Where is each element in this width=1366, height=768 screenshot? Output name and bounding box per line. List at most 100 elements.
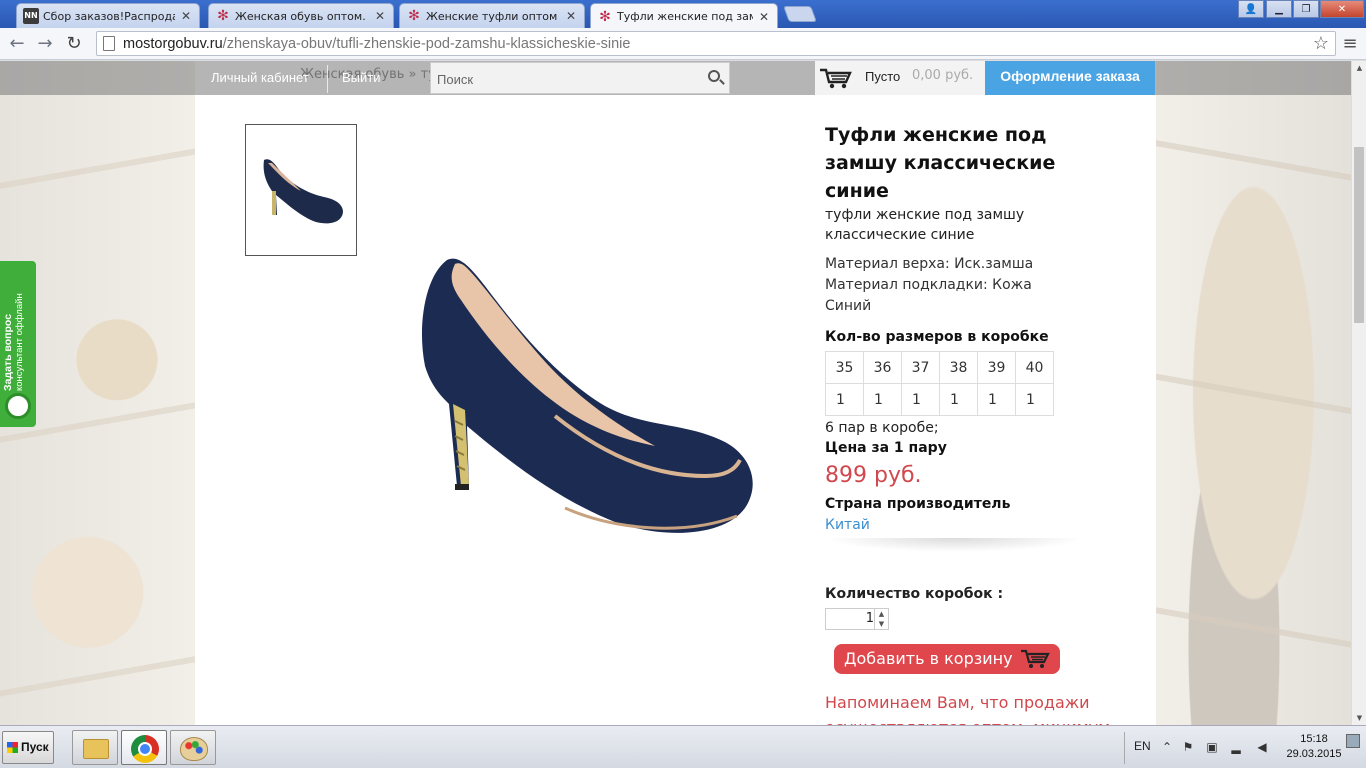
product-info: Туфли женские под замшу классические син… [825, 121, 1125, 725]
background-photo-right [1156, 61, 1351, 725]
folder-icon [83, 739, 109, 759]
count-cell: 1 [977, 383, 1016, 416]
show-desktop-icon[interactable] [1346, 734, 1360, 748]
size-cell: 38 [939, 351, 978, 384]
product-thumbnail[interactable] [245, 124, 357, 256]
page-icon [103, 36, 115, 51]
pairs-in-box: 6 пар в коробе; [825, 420, 939, 436]
chrome-icon [131, 735, 159, 763]
paint-taskbar-button[interactable] [170, 730, 216, 765]
add-to-cart-button[interactable]: Добавить в корзину [834, 644, 1060, 674]
add-to-cart-label: Добавить в корзину [844, 649, 1013, 668]
count-cell: 1 [901, 383, 940, 416]
country-link[interactable]: Китай [825, 514, 1125, 536]
flag-icon[interactable]: ⚑ [1181, 740, 1195, 754]
show-hidden-icons-icon[interactable]: ⌃ [1160, 740, 1174, 754]
separator [327, 65, 328, 93]
counts-row: 1 1 1 1 1 1 [825, 383, 1054, 416]
user-profile-icon[interactable]: 👤 [1238, 0, 1264, 18]
maximize-icon[interactable]: ❐ [1293, 0, 1319, 18]
increment-icon[interactable]: ▲ [875, 609, 888, 619]
logout-link[interactable]: Выйти [336, 61, 387, 95]
tab-title: Сбор заказов!Распродажа д [43, 9, 175, 23]
divider [825, 538, 1085, 552]
menu-icon[interactable]: ≡ [1341, 34, 1359, 54]
search-input[interactable]: Поиск [430, 62, 730, 94]
browser-tab-bar: NN Сбор заказов!Распродажа д ✕ ✻ Женская… [0, 0, 1366, 29]
sizes-heading: Кол-во размеров в коробке [825, 329, 1049, 345]
browser-toolbar: ← → ↻ mostorgobuv.ru/zhenskaya-obuv/tufl… [0, 28, 1366, 60]
language-indicator[interactable]: EN [1134, 739, 1151, 753]
back-icon[interactable]: ← [6, 33, 28, 55]
quantity-stepper[interactable]: 1 ▲ ▼ [825, 608, 889, 630]
count-cell: 1 [939, 383, 978, 416]
page-scrollbar[interactable]: ▲ ▼ [1351, 61, 1366, 725]
chat-icon [5, 393, 31, 419]
reload-icon[interactable]: ↻ [63, 33, 85, 55]
minimize-icon[interactable]: ▁ [1266, 0, 1292, 18]
browser-tab-3[interactable]: ✻ Женские туфли оптом | Ве ✕ [399, 3, 585, 28]
close-icon[interactable]: ✕ [566, 9, 576, 23]
clock-date: 29.03.2015 [1286, 748, 1342, 760]
cart-icon [820, 68, 852, 89]
ask-widget-subtitle: консультант оффлайн [14, 293, 25, 391]
size-cell: 39 [977, 351, 1016, 384]
bookmark-star-icon[interactable]: ☆ [1313, 33, 1329, 54]
close-icon[interactable]: ✕ [375, 9, 385, 23]
new-tab-button[interactable] [783, 6, 817, 22]
tab-title: Женские туфли оптом | Ве [426, 9, 560, 23]
windows-taskbar: Пуск EN ⌃ ⚑ ▣ ▂ ◀ 15:18 29.03.2015 [0, 725, 1366, 768]
product-subtitle: туфли женские под замшу классические син… [825, 207, 1025, 243]
shoe-thumbnail-image [263, 159, 343, 224]
count-cell: 1 [825, 383, 864, 416]
page-viewport: Туфли женские под замшу классические син… [0, 61, 1351, 725]
scrollbar-thumb[interactable] [1354, 147, 1364, 323]
window-close-icon[interactable]: ✕ [1320, 0, 1364, 18]
browser-tab-4-active[interactable]: ✻ Туфли женские под замшу ✕ [590, 3, 778, 29]
browser-tab-2[interactable]: ✻ Женская обувь оптом. Куп ✕ [208, 3, 394, 28]
attribute-color: Синий [825, 298, 872, 314]
close-icon[interactable]: ✕ [181, 9, 191, 23]
tab-title: Женская обувь оптом. Куп [235, 9, 369, 23]
decrement-icon[interactable]: ▼ [875, 619, 888, 629]
clock-time: 15:18 [1300, 733, 1328, 745]
url-path: /zhenskaya-obuv/tufli-zhenskie-pod-zamsh… [222, 35, 631, 52]
network-icon[interactable]: ▂ [1229, 740, 1243, 754]
sizes-table: 35 36 37 38 39 40 1 1 1 1 1 1 [825, 351, 1054, 416]
close-icon[interactable]: ✕ [759, 10, 769, 24]
device-icon[interactable]: ▣ [1205, 740, 1219, 754]
attribute-upper-material: Материал верха: Иск.замша [825, 256, 1034, 272]
address-bar[interactable]: mostorgobuv.ru/zhenskaya-obuv/tufli-zhen… [96, 31, 1336, 56]
chrome-taskbar-button[interactable] [121, 730, 167, 765]
star-icon: ✻ [599, 8, 611, 25]
volume-icon[interactable]: ◀ [1255, 740, 1269, 754]
explorer-taskbar-button[interactable] [72, 730, 118, 765]
main-content: Туфли женские под замшу классические син… [195, 61, 1156, 725]
start-button[interactable]: Пуск [2, 731, 54, 764]
site-top-bar: Женская обувь » туфли женские под замшу … [0, 61, 1351, 95]
product-main-image[interactable] [405, 246, 765, 536]
scroll-down-icon[interactable]: ▼ [1352, 711, 1366, 725]
wholesale-notice: Напоминаем Вам, что продажи осуществляют… [825, 693, 1110, 725]
star-icon: ✻ [217, 8, 229, 24]
ask-question-widget[interactable]: Задать вопрос консультант оффлайн [0, 261, 36, 427]
product-title: Туфли женские под замшу классические син… [825, 124, 1056, 202]
search-icon[interactable] [708, 70, 720, 82]
size-cell: 35 [825, 351, 864, 384]
size-cell: 36 [863, 351, 902, 384]
tab-title: Туфли женские под замшу [617, 10, 753, 23]
sizes-row: 35 36 37 38 39 40 [825, 351, 1054, 384]
system-clock[interactable]: 15:18 29.03.2015 [1286, 732, 1342, 762]
forward-icon[interactable]: → [34, 33, 56, 55]
cart-total: 0,00 руб. [912, 68, 974, 83]
shoe-main-image [421, 258, 753, 533]
scroll-up-icon[interactable]: ▲ [1352, 61, 1366, 75]
quantity-label: Количество коробок : [825, 586, 1004, 602]
account-link[interactable]: Личный кабинет [205, 61, 315, 95]
paint-icon [180, 737, 208, 761]
checkout-button[interactable]: Оформление заказа [985, 61, 1155, 95]
nn-icon: NN [23, 8, 39, 24]
size-cell: 40 [1015, 351, 1054, 384]
cart-summary[interactable]: Пусто 0,00 руб. [815, 61, 985, 95]
browser-tab-1[interactable]: NN Сбор заказов!Распродажа д ✕ [16, 3, 200, 28]
